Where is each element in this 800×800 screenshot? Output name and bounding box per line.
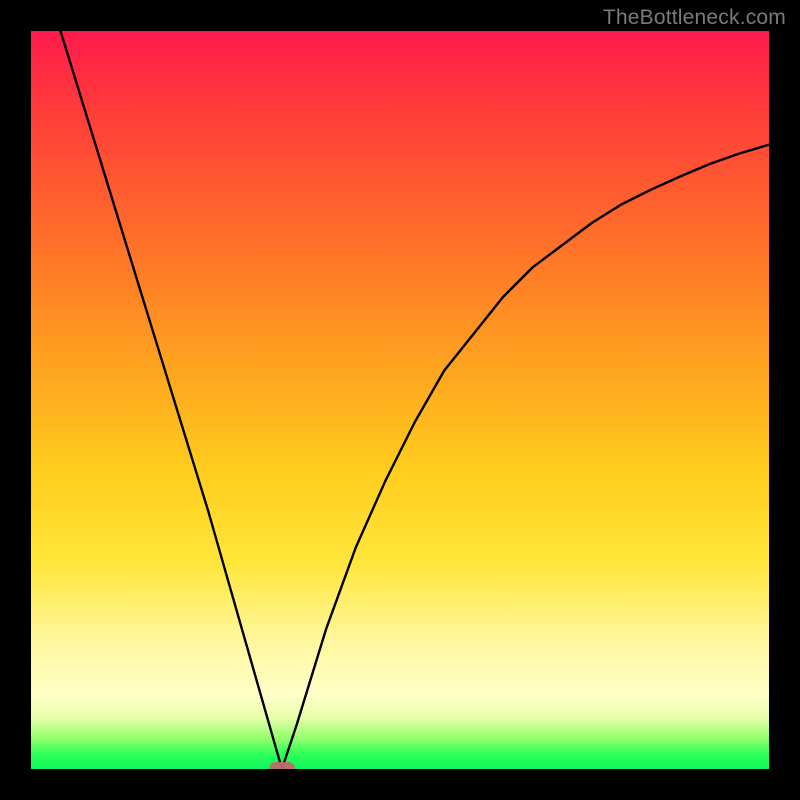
watermark-text: TheBottleneck.com [603,6,786,30]
bottleneck-curve [31,31,769,769]
plot-area [31,31,769,769]
optimal-marker [269,762,295,769]
chart-frame: TheBottleneck.com [0,0,800,800]
curve-path [61,31,769,769]
